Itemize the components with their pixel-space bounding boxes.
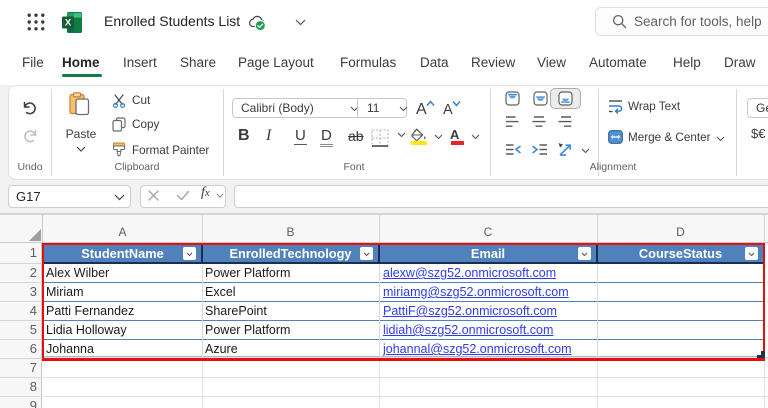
svg-text:X: X	[65, 18, 72, 29]
